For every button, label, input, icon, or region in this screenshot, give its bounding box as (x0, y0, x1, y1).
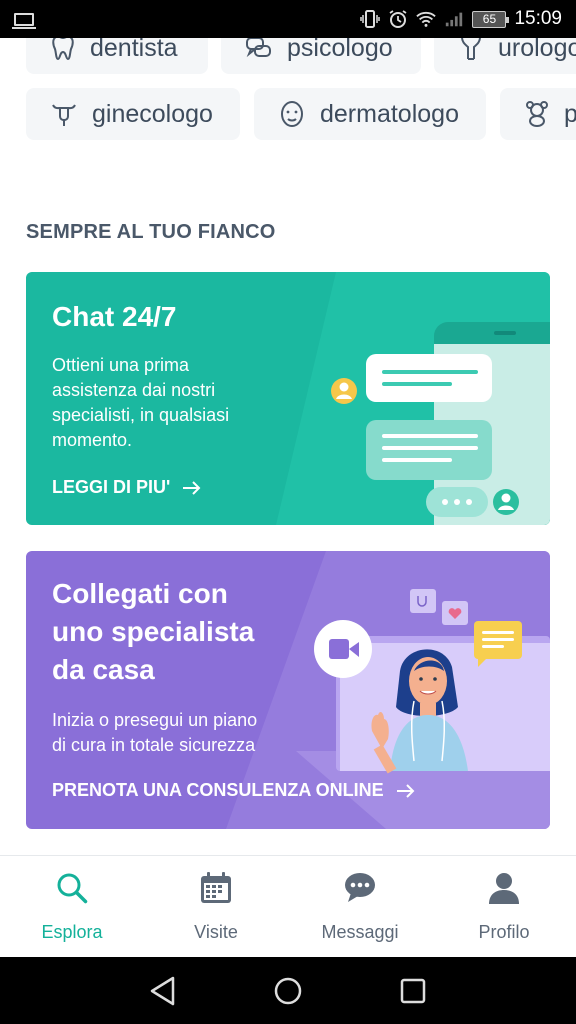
search-icon (54, 870, 90, 906)
teddy-bear-icon (526, 101, 548, 127)
recents-icon[interactable] (393, 971, 433, 1011)
chip-label: dentista (90, 38, 178, 62)
arrow-right-icon (183, 480, 201, 495)
book-online-consultation-link[interactable]: PRENOTA UNA CONSULENZA ONLINE (52, 780, 416, 801)
laptop-icon (12, 12, 36, 29)
chip-label: ginecologo (92, 99, 213, 128)
video-title-line: Collegati con (52, 578, 228, 609)
back-icon[interactable] (143, 971, 183, 1011)
chat-card-title: Chat 24/7 (52, 301, 177, 332)
alarm-icon (388, 10, 408, 28)
nav-label: Messaggi (321, 922, 399, 942)
video-desc-line: Inizia o presegui un piano (52, 710, 258, 730)
vibrate-icon (360, 10, 381, 28)
nav-profilo[interactable]: Profilo (432, 856, 576, 957)
chip-pediatra[interactable]: p (500, 88, 576, 140)
video-title-line: uno specialista (52, 616, 255, 647)
speech-bubbles-icon (246, 38, 271, 58)
nav-label: Profilo (478, 922, 530, 942)
nav-label: Visite (194, 922, 238, 942)
nav-label: Esplora (41, 922, 103, 942)
video-card-description: Inizia o presegui un piano di cura in to… (52, 708, 257, 758)
arrow-right-icon (396, 783, 415, 798)
nav-visite[interactable]: Visite (144, 856, 288, 957)
video-title-line: da casa (52, 654, 155, 685)
chat-desc-line: Ottieni una prima (52, 355, 190, 375)
video-consult-card[interactable]: Collegati con uno specialista da casa In… (26, 551, 550, 829)
chip-dermatologo[interactable]: dermatologo (254, 88, 486, 140)
chip-label: dermatologo (320, 99, 459, 128)
tooth-icon (52, 38, 74, 61)
nav-esplora[interactable]: Esplora (0, 856, 144, 957)
chat-desc-line: assistenza dai nostri (52, 380, 216, 400)
signal-icon (444, 10, 464, 28)
clock: 15:09 (514, 8, 562, 29)
chat-desc-line: momento. (52, 430, 133, 450)
nav-messaggi[interactable]: Messaggi (288, 856, 432, 957)
system-navigation-bar (0, 957, 576, 1024)
section-title: SEMPRE AL TUO FIANCO (26, 221, 276, 243)
chat-card-description: Ottieni una prima assistenza dai nostri … (52, 353, 229, 453)
chip-urologo[interactable]: urologo (434, 38, 576, 74)
video-link-label: PRENOTA UNA CONSULENZA ONLINE (52, 780, 384, 800)
chip-label: p (564, 99, 576, 128)
battery-level: 65 (482, 12, 497, 26)
specialty-chips: dentista psicologo urologo ginecologo de… (0, 38, 576, 148)
chat-link-label: LEGGI DI PIU' (52, 477, 171, 497)
chip-label: urologo (498, 38, 576, 62)
uterus-icon (52, 104, 76, 126)
chat-read-more-link[interactable]: LEGGI DI PIU' (52, 477, 202, 498)
video-card-title: Collegati con uno specialista da casa (52, 575, 254, 689)
bottom-navigation: Esplora Visite Messaggi Profilo (0, 855, 576, 957)
user-icon (486, 870, 522, 906)
status-bar: 65 15:09 (0, 0, 576, 38)
calendar-icon (198, 870, 234, 906)
chip-label: psicologo (287, 38, 393, 62)
battery-icon: 65 (472, 10, 510, 28)
wifi-icon (416, 10, 437, 28)
urology-icon (461, 38, 481, 60)
chip-ginecologo[interactable]: ginecologo (26, 88, 240, 140)
chat-icon (342, 870, 378, 906)
home-icon[interactable] (268, 971, 308, 1011)
chip-dentista[interactable]: dentista (26, 38, 208, 74)
face-icon (281, 101, 303, 127)
video-desc-line: di cura in totale sicurezza (52, 735, 256, 755)
chat-desc-line: specialisti, in qualsiasi (52, 405, 230, 425)
chat-card[interactable]: Chat 24/7 Ottieni una prima assistenza d… (26, 272, 550, 525)
chip-psicologo[interactable]: psicologo (221, 38, 421, 74)
